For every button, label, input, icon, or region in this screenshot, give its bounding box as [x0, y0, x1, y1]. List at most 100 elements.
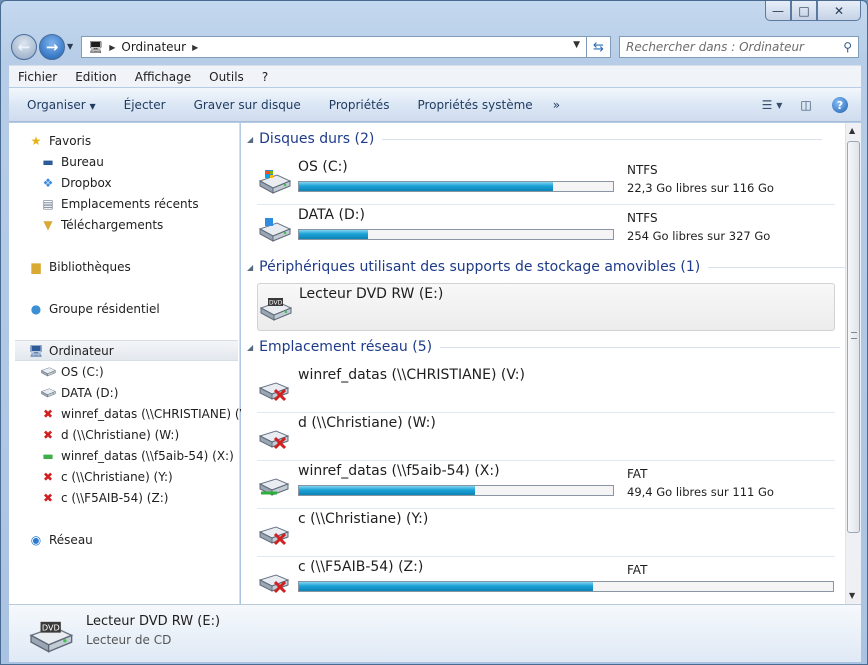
- caption-buttons: — □ ✕: [765, 1, 861, 21]
- collapse-icon: ◢: [247, 262, 254, 272]
- group-header-network[interactable]: ◢ Emplacement réseau (5): [247, 339, 841, 355]
- refresh-button[interactable]: ⇆: [587, 36, 611, 58]
- nav-favorites[interactable]: ★ Favoris: [27, 130, 258, 151]
- group-header-removable[interactable]: ◢ Périphériques utilisant des supports de…: [247, 259, 845, 275]
- usage-bar: [298, 581, 834, 592]
- group-label: Emplacement réseau (5): [259, 339, 433, 355]
- forward-button[interactable]: →: [39, 34, 65, 60]
- search-icon[interactable]: ⚲: [843, 40, 852, 54]
- content-pane: ◢ Disques durs (2) OS (C:) NTFS 22,3 Go l…: [241, 123, 845, 604]
- nav-label: Bibliothèques: [49, 259, 131, 274]
- nav-drive-c[interactable]: OS (C:): [39, 361, 270, 382]
- drive-name: winref_datas (\\f5aib-54) (X:): [298, 463, 500, 479]
- arrow-left-icon: ←: [17, 38, 31, 56]
- chevron-down-icon: ▼: [776, 100, 783, 110]
- history-dropdown[interactable]: ▼: [67, 42, 73, 51]
- drive-item-z[interactable]: c (\\F5AIB-54) (Z:) FAT: [257, 557, 835, 603]
- nav-network[interactable]: ◉ Réseau: [27, 529, 258, 550]
- nav-desktop[interactable]: ▬ Bureau: [39, 151, 270, 172]
- view-list-icon: ☰: [761, 98, 773, 112]
- usage-bar: [298, 485, 614, 496]
- address-bar[interactable]: 🖥 ▶ Ordinateur ▶ ▼: [81, 36, 587, 58]
- close-button[interactable]: ✕: [817, 1, 861, 21]
- details-title: Lecteur DVD RW (E:): [86, 614, 221, 629]
- nav-drive-y[interactable]: ✖ c (\\Christiane) (Y:): [39, 466, 270, 487]
- menu-outils[interactable]: Outils: [200, 70, 253, 84]
- chevron-down-icon: ▼: [67, 42, 74, 51]
- network-drive-disconnected-icon: ✖: [42, 469, 54, 484]
- nav-label: c (\\Christiane) (Y:): [61, 469, 173, 484]
- nav-downloads[interactable]: ▼ Téléchargements: [39, 214, 270, 235]
- nav-drive-d[interactable]: DATA (D:): [39, 382, 270, 403]
- search-box[interactable]: ⚲: [619, 36, 859, 58]
- recent-places-icon: ▤: [42, 196, 54, 211]
- drive-item-x[interactable]: winref_datas (\\f5aib-54) (X:) FAT 49,4 …: [257, 461, 835, 509]
- svg-text:DVD: DVD: [269, 300, 283, 307]
- nav-label: c (\\F5AIB-54) (Z:): [61, 490, 169, 505]
- nav-libraries[interactable]: ▆ Bibliothèques: [27, 256, 258, 277]
- chevron-down-icon: ▼: [89, 101, 96, 111]
- nav-drive-v[interactable]: ✖ winref_datas (\\CHRISTIANE) (V:): [39, 403, 270, 424]
- system-properties-button[interactable]: Propriétés système: [403, 98, 546, 112]
- preview-pane-icon: ◫: [800, 98, 812, 112]
- menu-help[interactable]: ?: [253, 70, 277, 84]
- eject-button[interactable]: Éjecter: [110, 98, 180, 112]
- hard-drive-icon: [259, 218, 291, 242]
- nav-drive-x[interactable]: ▬ winref_datas (\\f5aib-54) (X:): [39, 445, 270, 466]
- address-dropdown-icon[interactable]: ▼: [573, 40, 580, 50]
- properties-button[interactable]: Propriétés: [315, 98, 404, 112]
- view-options-button[interactable]: ☰ ▼: [759, 95, 785, 115]
- homegroup-icon: ●: [30, 301, 42, 316]
- nav-label: Dropbox: [61, 175, 112, 190]
- drive-item-d[interactable]: DATA (D:) NTFS 254 Go libres sur 327 Go: [257, 205, 835, 251]
- minimize-button[interactable]: —: [765, 1, 791, 21]
- group-label: Périphériques utilisant des supports de …: [259, 259, 701, 275]
- scroll-up-icon[interactable]: ▲: [849, 126, 855, 135]
- drive-item-v[interactable]: winref_datas (\\CHRISTIANE) (V:): [257, 365, 835, 413]
- nav-drive-w[interactable]: ✖ d (\\Christiane) (W:): [39, 424, 270, 445]
- help-button[interactable]: ?: [827, 95, 853, 115]
- preview-pane-button[interactable]: ◫: [793, 95, 819, 115]
- computer-icon: 🖥: [28, 343, 44, 358]
- svg-text:DVD: DVD: [42, 623, 60, 633]
- network-drive-connected-icon: [259, 478, 289, 496]
- network-drive-disconnected-icon: [259, 574, 289, 594]
- breadcrumb-separator-icon[interactable]: ▶: [109, 43, 115, 52]
- drive-name: c (\\F5AIB-54) (Z:): [298, 559, 424, 575]
- breadcrumb-computer[interactable]: Ordinateur: [121, 40, 186, 54]
- menu-fichier[interactable]: Fichier: [9, 70, 66, 84]
- nav-dropbox[interactable]: ❖ Dropbox: [39, 172, 270, 193]
- drive-item-e[interactable]: DVD Lecteur DVD RW (E:): [257, 283, 835, 331]
- organize-button[interactable]: Organiser ▼: [9, 98, 110, 112]
- usage-bar: [298, 229, 614, 240]
- back-button[interactable]: ←: [11, 34, 37, 60]
- network-icon: ◉: [30, 532, 42, 547]
- nav-computer[interactable]: 🖥 Ordinateur: [15, 340, 238, 361]
- details-subtitle: Lecteur de CD: [86, 633, 172, 647]
- drive-item-c[interactable]: OS (C:) NTFS 22,3 Go libres sur 116 Go: [257, 157, 835, 205]
- nav-drive-z[interactable]: ✖ c (\\F5AIB-54) (Z:): [39, 487, 270, 508]
- nav-homegroup[interactable]: ● Groupe résidentiel: [27, 298, 258, 319]
- drive-name: c (\\Christiane) (Y:): [298, 511, 429, 527]
- drive-item-y[interactable]: c (\\Christiane) (Y:): [257, 509, 835, 557]
- usage-bar: [298, 181, 614, 192]
- free-space: 254 Go libres sur 327 Go: [627, 229, 771, 243]
- more-commands-button[interactable]: »: [547, 98, 566, 112]
- breadcrumb-separator-icon[interactable]: ▶: [192, 43, 198, 52]
- menu-edition[interactable]: Edition: [66, 70, 126, 84]
- scroll-thumb[interactable]: [847, 141, 860, 533]
- maximize-button[interactable]: □: [791, 1, 817, 21]
- scroll-down-icon[interactable]: ▼: [849, 591, 855, 600]
- drive-item-w[interactable]: d (\\Christiane) (W:): [257, 413, 835, 461]
- menu-affichage[interactable]: Affichage: [126, 70, 200, 84]
- search-input[interactable]: [626, 40, 836, 54]
- vertical-scrollbar[interactable]: ▲ ▼: [845, 123, 861, 604]
- burn-button[interactable]: Graver sur disque: [180, 98, 315, 112]
- drive-name: DATA (D:): [298, 207, 365, 223]
- organize-label: Organiser: [27, 97, 86, 112]
- downloads-folder-icon: ▼: [43, 217, 53, 232]
- explorer-window: — □ ✕ ← → ▼ 🖥 ▶ Ordinateur ▶ ▼ ⇆ ⚲ Fichi…: [0, 0, 868, 665]
- collapse-icon: ◢: [247, 342, 254, 352]
- nav-recent[interactable]: ▤ Emplacements récents: [39, 193, 270, 214]
- group-header-hdd[interactable]: ◢ Disques durs (2): [247, 131, 823, 147]
